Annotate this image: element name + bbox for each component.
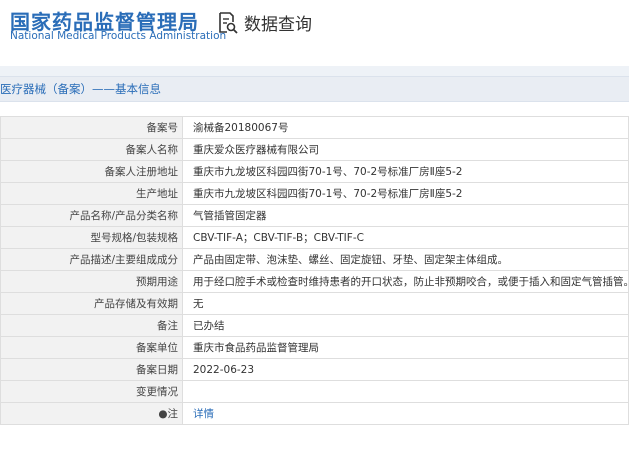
table-row: 备案人名称 重庆爱众医疗器械有限公司 [0, 138, 629, 161]
row-value [182, 380, 629, 403]
row-label: 备案单位 [0, 336, 183, 359]
table-row: ●注 详情 [0, 402, 629, 425]
table-row: 预期用途 用于经口腔手术或检查时维持患者的开口状态，防止非预期咬合，或便于插入和固… [0, 270, 629, 293]
row-value: 详情 [182, 402, 629, 425]
table-row: 备注 已办结 [0, 314, 629, 337]
row-value: 2022-06-23 [182, 358, 629, 381]
row-value: 产品由固定带、泡沫垫、螺丝、固定旋钮、牙垫、固定架主体组成。 [182, 248, 629, 271]
row-label: 预期用途 [0, 270, 183, 293]
header-divider [0, 66, 629, 76]
row-label: 产品名称/产品分类名称 [0, 204, 183, 227]
row-value: 已办结 [182, 314, 629, 337]
row-value: 重庆市食品药品监督管理局 [182, 336, 629, 359]
row-value: 无 [182, 292, 629, 315]
site-header: 国家药品监督管理局 National Medical Products Admi… [0, 0, 629, 66]
table-row: 备案日期 2022-06-23 [0, 358, 629, 381]
table-row: 变更情况 [0, 380, 629, 403]
data-query-link[interactable]: 数据查询 [218, 10, 312, 35]
row-label: 备案人名称 [0, 138, 183, 161]
table-row: 生产地址 重庆市九龙坡区科园四街70-1号、70-2号标准厂房Ⅱ座5-2 [0, 182, 629, 205]
data-query-label: 数据查询 [244, 15, 312, 35]
row-label: 备案日期 [0, 358, 183, 381]
table-row: 型号规格/包装规格 CBV-TIF-A；CBV-TIF-B；CBV-TIF-C [0, 226, 629, 249]
row-value: 重庆市九龙坡区科园四街70-1号、70-2号标准厂房Ⅱ座5-2 [182, 182, 629, 205]
site-logo-subtitle: National Medical Products Administration [10, 30, 227, 42]
row-label: 备案号 [0, 116, 183, 139]
row-label: 产品描述/主要组成成分 [0, 248, 183, 271]
row-label: 型号规格/包装规格 [0, 226, 183, 249]
table-row: 备案号 渝械备20180067号 [0, 116, 629, 139]
row-value: CBV-TIF-A；CBV-TIF-B；CBV-TIF-C [182, 226, 629, 249]
table-row: 产品描述/主要组成成分 产品由固定带、泡沫垫、螺丝、固定旋钮、牙垫、固定架主体组成… [0, 248, 629, 271]
row-label: 备注 [0, 314, 183, 337]
info-table: 备案号 渝械备20180067号 备案人名称 重庆爱众医疗器械有限公司 备案人注册地址重… [0, 116, 629, 425]
row-value: 渝械备20180067号 [182, 116, 629, 139]
row-label: 产品存储及有效期 [0, 292, 183, 315]
row-value: 重庆市九龙坡区科园四街70-1号、70-2号标准厂房Ⅱ座5-2 [182, 160, 629, 183]
table-row: 备案单位 重庆市食品药品监督管理局 [0, 336, 629, 359]
row-label: 变更情况 [0, 380, 183, 403]
table-row: 备案人注册地址 重庆市九龙坡区科园四街70-1号、70-2号标准厂房Ⅱ座5-2 [0, 160, 629, 183]
row-label: ●注 [0, 402, 183, 425]
table-row: 产品名称/产品分类名称 气管插管固定器 [0, 204, 629, 227]
section-title: 医疗器械（备案）——基本信息 [0, 76, 629, 102]
row-label: 生产地址 [0, 182, 183, 205]
row-label: 备案人注册地址 [0, 160, 183, 183]
details-link[interactable]: 详情 [193, 408, 214, 420]
row-value: 用于经口腔手术或检查时维持患者的开口状态，防止非预期咬合，或便于插入和固定气管插… [182, 270, 629, 293]
row-value: 气管插管固定器 [182, 204, 629, 227]
table-row: 产品存储及有效期无 [0, 292, 629, 315]
row-value: 重庆爱众医疗器械有限公司 [182, 138, 629, 161]
document-search-icon [218, 11, 238, 34]
